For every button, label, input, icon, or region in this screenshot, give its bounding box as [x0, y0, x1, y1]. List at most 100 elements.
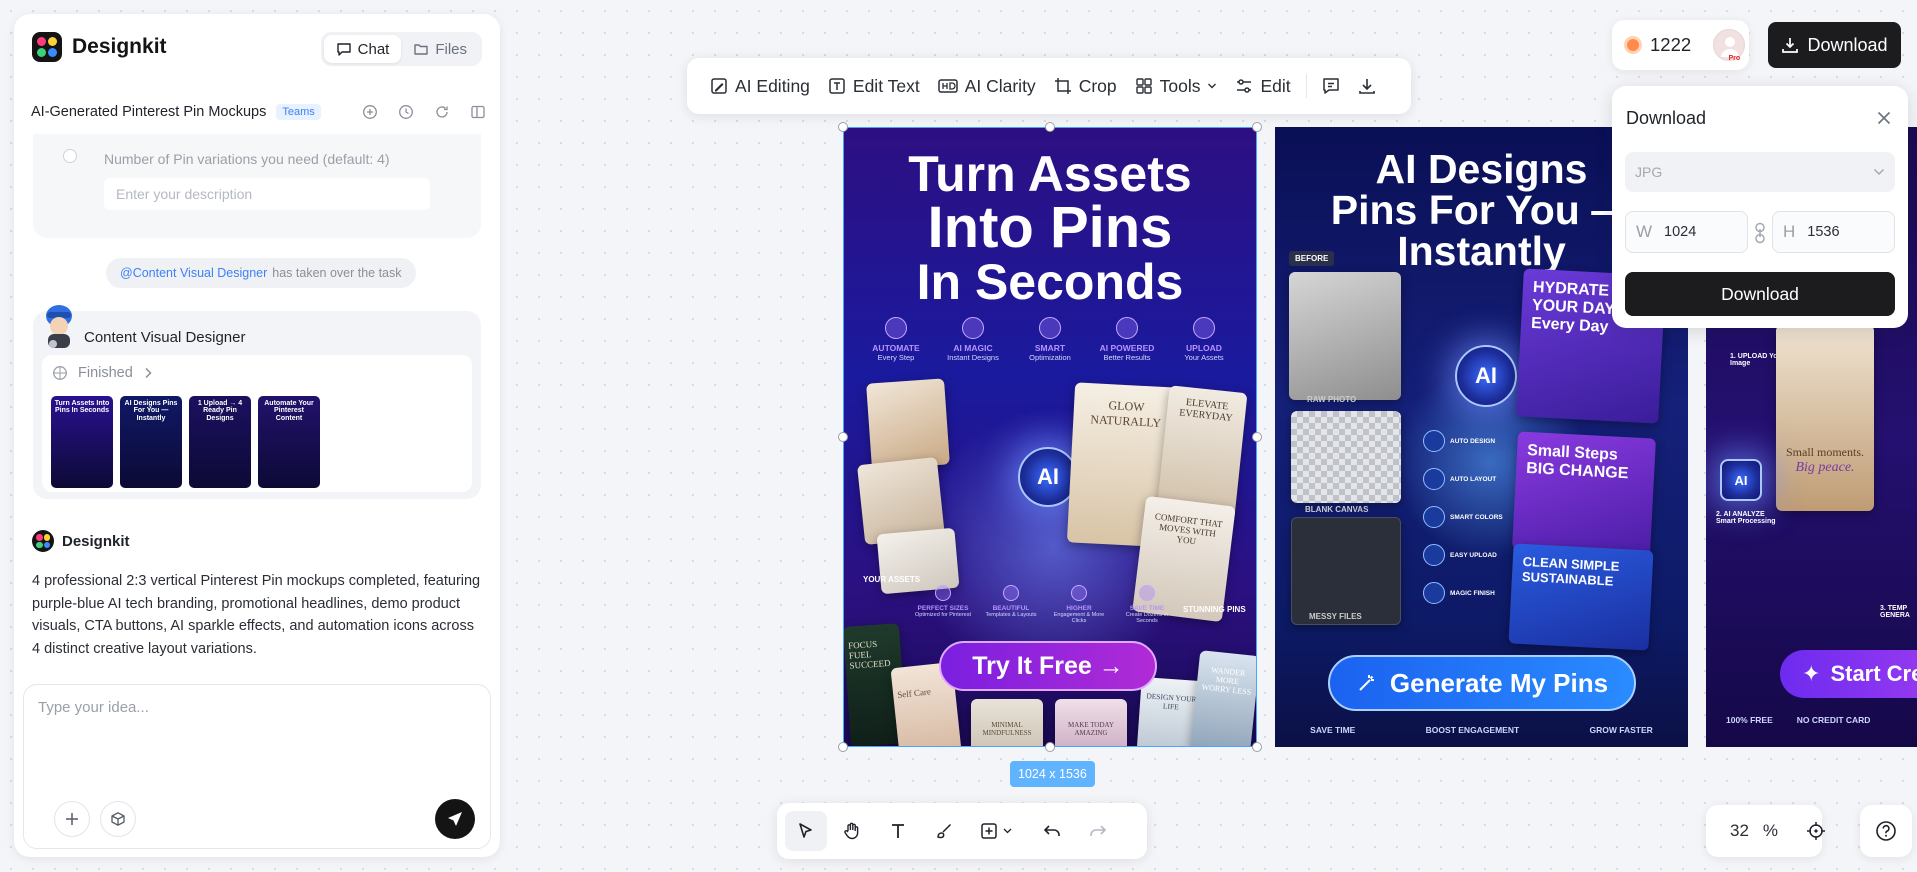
resize-handle-t[interactable]	[1045, 122, 1055, 132]
plus-icon	[64, 811, 80, 827]
designkit-avatar-icon	[32, 530, 54, 552]
ai-editing-button[interactable]: AI Editing	[701, 68, 819, 104]
zoom-value: 32	[1730, 821, 1749, 840]
crosshair-icon	[1806, 821, 1826, 841]
fit-to-screen-button[interactable]	[1796, 811, 1836, 851]
resize-handle-tr[interactable]	[1252, 122, 1262, 132]
agent-mention[interactable]: @Content Visual Designer	[120, 266, 267, 280]
crop-button[interactable]: Crop	[1045, 68, 1126, 104]
designkit-logo-icon	[32, 32, 62, 62]
step-generate: 3. TEMP GENERA	[1880, 605, 1910, 619]
close-icon[interactable]	[1872, 106, 1896, 130]
resize-handle-br[interactable]	[1252, 742, 1262, 752]
refresh-icon[interactable]	[432, 102, 452, 122]
resize-handle-b[interactable]	[1045, 742, 1055, 752]
messy-files-list	[1291, 517, 1401, 625]
canvas-toolbar: AI Editing Edit Text AI Clarity Crop Too…	[687, 58, 1411, 114]
link-aspect-icon[interactable]	[1753, 222, 1767, 244]
pin1-feature-row: AUTOMATE Every Step AI MAGIC Instant Desig…	[861, 317, 1239, 362]
step-item: EASY UPLOAD	[1423, 536, 1503, 574]
tools-dropdown[interactable]: Tools	[1126, 68, 1227, 104]
tab-files[interactable]: Files	[401, 35, 479, 63]
pin-thumbnail[interactable]: Turn Assets Into Pins In Seconds	[51, 396, 113, 488]
stunning-pins-label: STUNNING PINS	[1183, 605, 1246, 614]
agent-avatar	[39, 302, 79, 350]
panel-tabs: Chat Files	[320, 32, 482, 66]
brand[interactable]: Designkit	[32, 32, 167, 62]
new-chat-icon[interactable]	[360, 102, 380, 122]
thumbnail-list: Turn Assets Into Pins In Seconds AI Desi…	[51, 396, 320, 488]
idea-input[interactable]	[38, 699, 468, 769]
brain-icon	[1116, 317, 1138, 339]
benefit-item: SAVE TIME Create Dozens in Seconds	[1117, 585, 1177, 624]
text-tool[interactable]	[877, 811, 919, 851]
edit-text-button[interactable]: Edit Text	[819, 68, 929, 104]
width-input[interactable]	[1664, 224, 1735, 240]
pin2-step-list: AUTO DESIGN AUTO LAYOUT SMART COLORS EAS…	[1423, 422, 1503, 612]
agent-name: Content Visual Designer	[84, 329, 246, 346]
status-text: Finished	[78, 365, 133, 381]
footer-item: 100% FREE	[1726, 715, 1773, 725]
blank-canvas-label: BLANK CANVAS	[1305, 505, 1369, 514]
comment-button[interactable]	[1313, 68, 1349, 104]
history-icon[interactable]	[396, 102, 416, 122]
height-field: H	[1772, 211, 1895, 253]
description-input[interactable]	[104, 178, 430, 210]
footer-item: NO CREDIT CARD	[1796, 715, 1871, 725]
magic-wand-icon	[962, 317, 984, 339]
variation-radio[interactable]	[63, 149, 77, 163]
benefit-item: PERFECT SIZES Optimized for Pinterest	[913, 585, 973, 624]
user-avatar[interactable]: Pro	[1713, 29, 1746, 62]
resize-handle-tl[interactable]	[838, 122, 848, 132]
download-button[interactable]: Download	[1768, 22, 1901, 68]
height-input[interactable]	[1807, 224, 1878, 240]
collapse-panel-icon[interactable]	[468, 102, 488, 122]
hand-icon	[842, 821, 862, 841]
pin-thumbnail[interactable]: Automate Your Pinterest Content	[258, 396, 320, 488]
clean-simple-card: CLEAN SIMPLE SUSTAINABLE	[1508, 543, 1654, 651]
resize-handle-r[interactable]	[1252, 432, 1262, 442]
bar-chart-icon	[1071, 585, 1087, 601]
hand-tool[interactable]	[831, 811, 873, 851]
credits-count: 1222	[1650, 34, 1692, 55]
edit-button[interactable]: Edit	[1226, 68, 1299, 104]
crop-icon	[1054, 77, 1072, 95]
try-it-free-cta: Try It Free →	[939, 641, 1157, 691]
export-button[interactable]	[1349, 68, 1385, 104]
resize-handle-l[interactable]	[838, 432, 848, 442]
add-attachment-button[interactable]	[54, 801, 90, 837]
redo-button[interactable]	[1077, 811, 1119, 851]
ai-clarity-button[interactable]: AI Clarity	[929, 68, 1045, 104]
insert-dropdown[interactable]	[969, 811, 1021, 851]
pin-thumbnail[interactable]: AI Designs Pins For You — Instantly	[120, 396, 182, 488]
wander-card: WANDER MORE WORRY LESS	[1189, 650, 1257, 747]
help-button[interactable]	[1860, 805, 1912, 857]
height-label: H	[1783, 222, 1796, 241]
resize-handle-bl[interactable]	[838, 742, 848, 752]
format-select[interactable]: JPG	[1625, 152, 1895, 192]
step-analyze: 2. AI ANALYZE Smart Processing	[1716, 511, 1776, 525]
raw-photo-image	[1289, 272, 1401, 400]
text-icon	[888, 821, 908, 841]
sparkle-icon: ✦	[1802, 661, 1821, 686]
chevron-right-icon	[143, 367, 153, 379]
pin-image-1[interactable]: Turn Assets Into Pins In Seconds AUTOMAT…	[843, 127, 1257, 747]
message-author: Designkit	[62, 532, 130, 550]
model-button[interactable]	[100, 801, 136, 837]
redo-icon	[1088, 821, 1108, 841]
send-button[interactable]	[435, 799, 475, 839]
make-today-card: MAKE TODAY AMAZING	[1055, 699, 1127, 747]
palette-icon	[1423, 506, 1445, 528]
credits-pill[interactable]: 1222 Pro	[1612, 20, 1749, 70]
pin-thumbnail[interactable]: 1 Upload → 4 Ready Pin Designs	[189, 396, 251, 488]
toolbar-divider	[1305, 74, 1307, 98]
select-tool[interactable]	[785, 811, 827, 851]
status-row[interactable]: Finished	[52, 365, 153, 381]
composer	[23, 684, 491, 849]
confirm-download-button[interactable]: Download	[1625, 272, 1895, 316]
tab-chat[interactable]: Chat	[323, 35, 402, 63]
palette-icon	[1003, 585, 1019, 601]
agent-result-card: Content Visual Designer Finished Turn As…	[33, 305, 481, 499]
brush-tool[interactable]	[923, 811, 965, 851]
undo-button[interactable]	[1031, 811, 1073, 851]
